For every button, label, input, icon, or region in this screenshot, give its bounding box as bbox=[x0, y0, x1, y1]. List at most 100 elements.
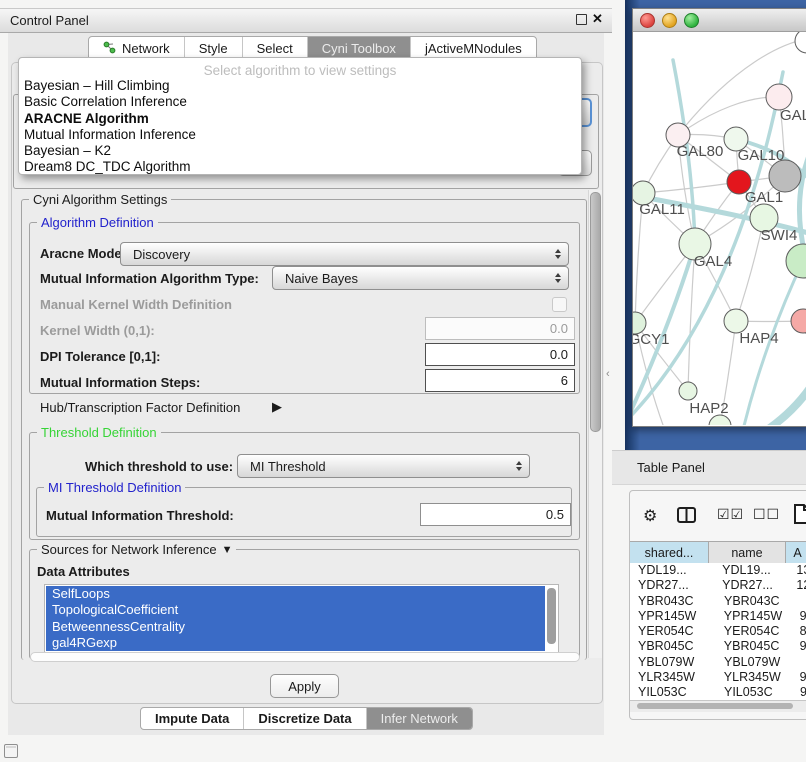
table-row[interactable]: YBR043CYBR043C bbox=[630, 594, 806, 609]
kernel-width-field[interactable]: 0.0 bbox=[425, 317, 575, 340]
scrollbar-thumb[interactable] bbox=[590, 192, 601, 432]
table-cell bbox=[796, 594, 800, 609]
table-cell: 13 bbox=[792, 563, 806, 578]
table-row[interactable]: YDL19...YDL19...13 bbox=[630, 563, 806, 578]
table-cell: YDR27... bbox=[630, 578, 714, 593]
table-panel-title: Table Panel bbox=[637, 460, 705, 475]
algorithm-option[interactable]: ARACNE Algorithm bbox=[19, 111, 581, 127]
column-header-name[interactable]: name bbox=[709, 542, 786, 564]
tab-label: Select bbox=[257, 41, 293, 56]
algorithm-option[interactable]: Mutual Information Inference bbox=[19, 127, 581, 143]
table-cell: YBL079W bbox=[630, 655, 716, 670]
minimize-traffic-light[interactable] bbox=[662, 13, 677, 28]
gear-icon[interactable]: ⚙ bbox=[643, 506, 657, 526]
table-row[interactable]: YIL053CYIL053C9 bbox=[630, 685, 806, 700]
attribute-item[interactable]: BetweennessCentrality bbox=[46, 619, 545, 635]
algorithm-option[interactable]: Dream8 DC_TDC Algorithm bbox=[19, 159, 581, 175]
network-node[interactable] bbox=[769, 160, 801, 192]
collapse-arrow-icon[interactable]: ▼ bbox=[222, 544, 233, 556]
tab-label: Infer Network bbox=[381, 711, 458, 726]
mi-steps-field[interactable]: 6 bbox=[425, 369, 575, 392]
settings-vertical-scrollbar[interactable] bbox=[588, 190, 602, 658]
panel-resize-handle[interactable]: ‹ bbox=[606, 368, 610, 380]
network-canvas[interactable]: GALGAL80GAL10GAL1GAL11SWI4GAL4GCY1HAP4YH… bbox=[633, 32, 806, 425]
stepper-icon bbox=[516, 461, 522, 471]
new-file-icon[interactable] bbox=[793, 504, 806, 529]
tab-label: Impute Data bbox=[155, 711, 229, 726]
network-node[interactable] bbox=[795, 32, 806, 53]
tab-label: Style bbox=[199, 41, 228, 56]
column-header-shared-name[interactable]: shared... bbox=[630, 542, 709, 564]
table-panel: ⚙ ☑☑ ☐☐ shared... name A YDL19...YDL19..… bbox=[629, 490, 806, 720]
algorithm-option[interactable]: Bayesian – Hill Climbing bbox=[19, 78, 581, 94]
network-node-label: GCY1 bbox=[633, 331, 669, 348]
network-node-label: GAL4 bbox=[694, 253, 732, 270]
network-node-label: GAL bbox=[780, 107, 806, 124]
combo-value: MI Threshold bbox=[250, 459, 326, 474]
group-title: Cyni Algorithm Settings bbox=[29, 192, 171, 207]
tab-impute-data[interactable]: Impute Data bbox=[141, 708, 244, 729]
network-node-label: GAL80 bbox=[677, 143, 724, 160]
table-cell: YPR145W bbox=[716, 609, 796, 624]
table-cell: YER054C bbox=[716, 624, 796, 639]
tab-label: Network bbox=[122, 41, 170, 56]
aracne-mode-label: Aracne Mode: bbox=[40, 246, 126, 261]
mi-type-label: Mutual Information Algorithm Type: bbox=[40, 271, 259, 286]
scrollbar-thumb[interactable] bbox=[637, 703, 793, 709]
tab-discretize-data[interactable]: Discretize Data bbox=[244, 708, 366, 729]
which-threshold-label: Which threshold to use: bbox=[85, 459, 233, 474]
table-row[interactable]: YPR145WYPR145W9. bbox=[630, 609, 806, 624]
tab-label: jActiveMNodules bbox=[425, 41, 522, 56]
table-row[interactable]: YER054CYER054C8. bbox=[630, 624, 806, 639]
table-row[interactable]: YDR27...YDR27...12 bbox=[630, 578, 806, 593]
float-window-icon[interactable] bbox=[576, 14, 587, 25]
restore-panel-icon[interactable] bbox=[4, 744, 18, 758]
close-traffic-light[interactable] bbox=[640, 13, 655, 28]
tab-label: Discretize Data bbox=[258, 711, 351, 726]
attribute-item[interactable]: SelfLoops bbox=[46, 586, 545, 602]
settings-horizontal-scrollbar[interactable] bbox=[30, 652, 580, 662]
unchecked-boxes-icon[interactable]: ☐☐ bbox=[753, 506, 780, 523]
network-node[interactable] bbox=[791, 309, 806, 333]
network-edge bbox=[764, 382, 806, 425]
dropdown-placeholder: Select algorithm to view settings bbox=[19, 63, 581, 78]
network-node[interactable] bbox=[679, 382, 697, 400]
algorithm-dropdown: Select algorithm to view settings Bayesi… bbox=[18, 57, 582, 175]
network-node[interactable] bbox=[786, 244, 806, 278]
table-row[interactable]: YLR345WYLR345W9. bbox=[630, 670, 806, 685]
aracne-mode-combo[interactable]: Discovery bbox=[120, 242, 569, 266]
dpi-tolerance-label: DPI Tolerance [0,1]: bbox=[40, 349, 160, 364]
algorithm-option[interactable]: Basic Correlation Inference bbox=[19, 94, 581, 110]
mi-threshold-field[interactable]: 0.5 bbox=[420, 503, 571, 526]
attribute-item[interactable]: TopologicalCoefficient bbox=[46, 602, 545, 618]
table-row[interactable]: YBR045CYBR045C9. bbox=[630, 639, 806, 654]
dpi-tolerance-field[interactable]: 0.0 bbox=[425, 343, 575, 366]
group-title: Threshold Definition bbox=[37, 425, 161, 440]
checked-boxes-icon[interactable]: ☑☑ bbox=[717, 506, 744, 523]
table-horizontal-scrollbar[interactable] bbox=[630, 700, 806, 712]
split-columns-icon[interactable] bbox=[677, 507, 696, 528]
column-header-partial[interactable]: A bbox=[786, 542, 806, 564]
which-threshold-combo[interactable]: MI Threshold bbox=[237, 454, 530, 478]
zoom-traffic-light[interactable] bbox=[684, 13, 699, 28]
network-window-titlebar[interactable] bbox=[633, 9, 806, 32]
mi-type-combo[interactable]: Naive Bayes bbox=[272, 266, 569, 290]
mi-steps-label: Mutual Information Steps: bbox=[40, 375, 200, 390]
table-cell: YDR27... bbox=[714, 578, 792, 593]
tab-infer-network[interactable]: Infer Network bbox=[367, 708, 472, 729]
list-scrollbar-thumb[interactable] bbox=[547, 588, 556, 644]
algorithm-option[interactable]: Bayesian – K2 bbox=[19, 143, 581, 159]
table-row[interactable]: YBL079WYBL079W bbox=[630, 655, 806, 670]
close-icon[interactable]: ✕ bbox=[592, 11, 603, 27]
table-cell: YBR043C bbox=[716, 594, 796, 609]
manual-kernel-checkbox[interactable] bbox=[552, 297, 567, 312]
table-cell: YIL053C bbox=[716, 685, 796, 700]
network-window[interactable]: GALGAL80GAL10GAL1GAL11SWI4GAL4GCY1HAP4YH… bbox=[632, 8, 806, 427]
apply-button[interactable]: Apply bbox=[270, 674, 339, 698]
attribute-item[interactable]: gal4RGexp bbox=[46, 635, 545, 651]
group-title: MI Threshold Definition bbox=[44, 480, 185, 495]
expand-arrow-icon[interactable]: ▶ bbox=[272, 399, 282, 415]
data-attributes-list[interactable]: SelfLoopsTopologicalCoefficientBetweenne… bbox=[44, 584, 559, 654]
network-node-label: GAL1 bbox=[745, 189, 783, 206]
table-cell: YDL19... bbox=[714, 563, 792, 578]
